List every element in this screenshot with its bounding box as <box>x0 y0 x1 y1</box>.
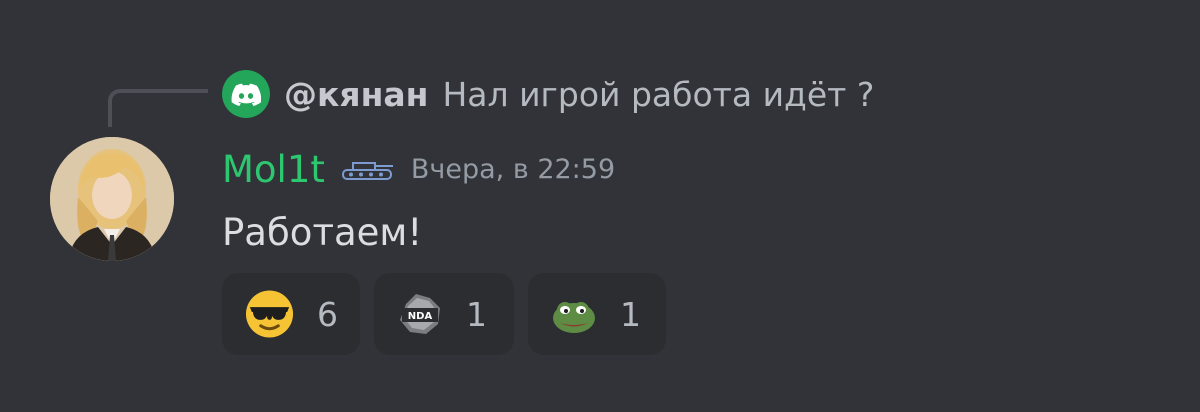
nda-emoji-icon: NDA <box>400 294 440 334</box>
message-header: Mol1t Вчера, в 22:59 <box>222 144 615 194</box>
reply-connector-line <box>108 89 208 127</box>
reaction-count: 6 <box>317 294 338 334</box>
reaction-count: 1 <box>620 294 641 334</box>
chat-message: @кянан Нал игрой работа идёт ? Mol1t Вче… <box>0 0 1200 412</box>
reply-reference[interactable]: @кянан Нал игрой работа идёт ? <box>222 68 874 120</box>
pepe-emoji-icon <box>553 302 595 333</box>
username[interactable]: Mol1t <box>222 148 325 191</box>
message-timestamp: Вчера, в 22:59 <box>410 153 616 185</box>
discord-logo-icon <box>231 83 261 106</box>
reply-preview-text[interactable]: Нал игрой работа идёт ? <box>442 75 874 114</box>
reaction-pepe[interactable]: 1 <box>528 273 666 355</box>
avatar-portrait-image <box>50 137 174 261</box>
user-avatar[interactable] <box>50 137 174 261</box>
reaction-sunglasses[interactable]: 6 <box>222 273 360 355</box>
tank-icon[interactable] <box>341 156 395 182</box>
svg-text:NDA: NDA <box>408 311 433 322</box>
reactions-bar: 6 NDA 1 1 <box>222 273 666 355</box>
sunglasses-emoji-icon <box>245 290 294 338</box>
reaction-nda[interactable]: NDA 1 <box>374 273 514 355</box>
reply-author[interactable]: @кянан <box>284 75 428 114</box>
message-content: Работаем! <box>222 211 423 254</box>
reaction-count: 1 <box>466 294 487 334</box>
reply-avatar[interactable] <box>222 70 270 118</box>
